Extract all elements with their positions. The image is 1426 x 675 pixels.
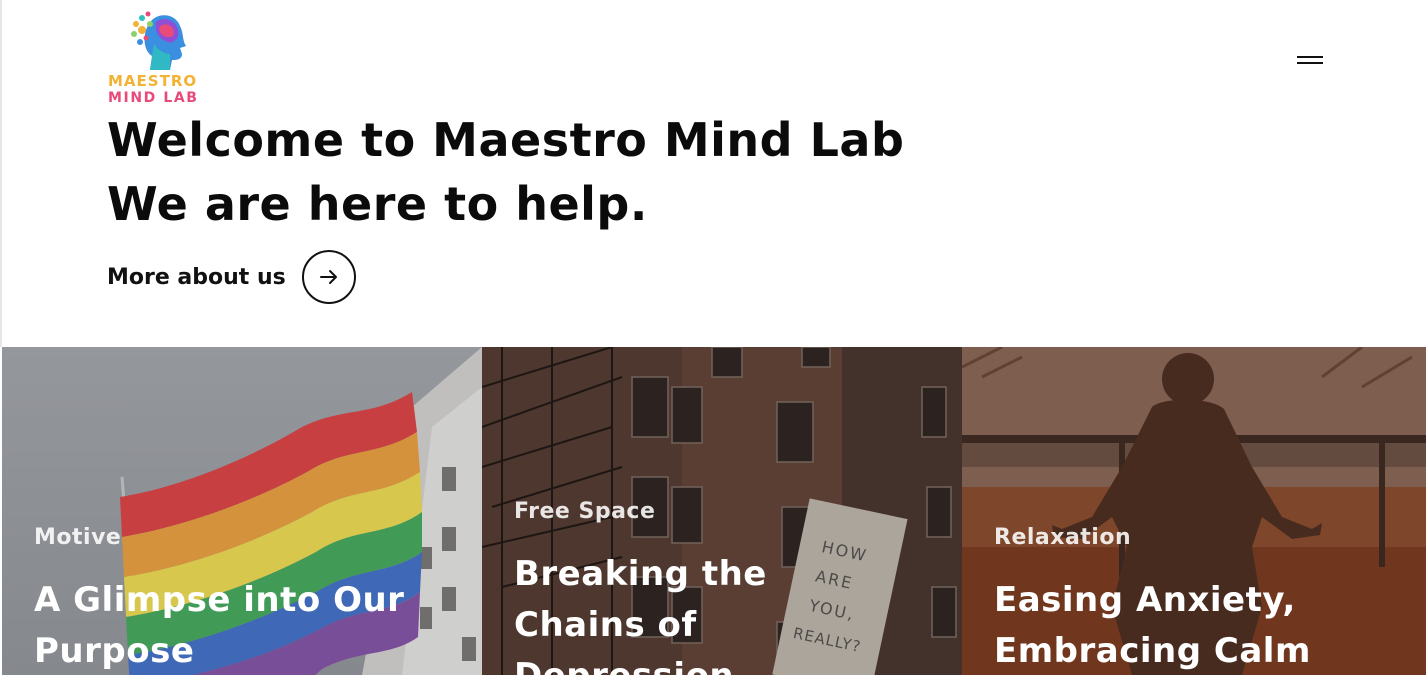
hamburger-menu-icon-bar [1297,62,1323,64]
card-title-line2: Chains of [514,605,697,645]
card-relaxation[interactable]: Relaxation Easing Anxiety, Embracing Cal… [962,347,1426,675]
hamburger-menu-button[interactable] [1293,48,1327,72]
arrow-right-icon[interactable] [301,250,356,304]
hero-title-line2: We are here to help. [107,177,648,231]
card-title-line1: Easing Anxiety, [994,580,1296,620]
more-about-us-link[interactable]: More about us [107,249,356,305]
logo-wordmark-line1: MAESTRO [108,72,198,90]
card-free-space[interactable]: HOW ARE YOU, REALLY? Free Space Breaking… [482,347,962,675]
left-edge-divider [0,0,2,347]
hero-heading: Welcome to Maestro Mind Lab We are here … [107,108,1007,236]
more-about-us-label: More about us [107,264,286,290]
card-category: Relaxation [994,525,1132,550]
card-title-line2: Purpose [34,631,195,671]
hero-title-line1: Welcome to Maestro Mind Lab [107,113,905,167]
logo-wordmark-line2: MIND LAB [108,90,199,106]
card-title-line3: Depression [514,651,767,675]
card-title[interactable]: Easing Anxiety, Embracing Calm [994,575,1311,675]
card-title[interactable]: A Glimpse into Our Purpose [34,575,404,675]
card-title-line2: Embracing Calm [994,631,1311,671]
card-category: Free Space [514,499,656,524]
card-title-line1: A Glimpse into Our [34,580,405,620]
featured-cards: Motive A Glimpse into Our Purpose Free S… [2,347,1426,675]
card-title-line1: Breaking the [514,554,767,594]
card-category: Motive [34,525,122,550]
head-logo-icon [131,11,186,70]
site-logo[interactable]: MAESTRO MIND LAB [108,10,208,108]
hamburger-menu-icon [1297,56,1323,58]
card-motive[interactable]: Motive A Glimpse into Our Purpose [2,347,482,675]
card-title[interactable]: Breaking the Chains of Depression [514,549,767,675]
